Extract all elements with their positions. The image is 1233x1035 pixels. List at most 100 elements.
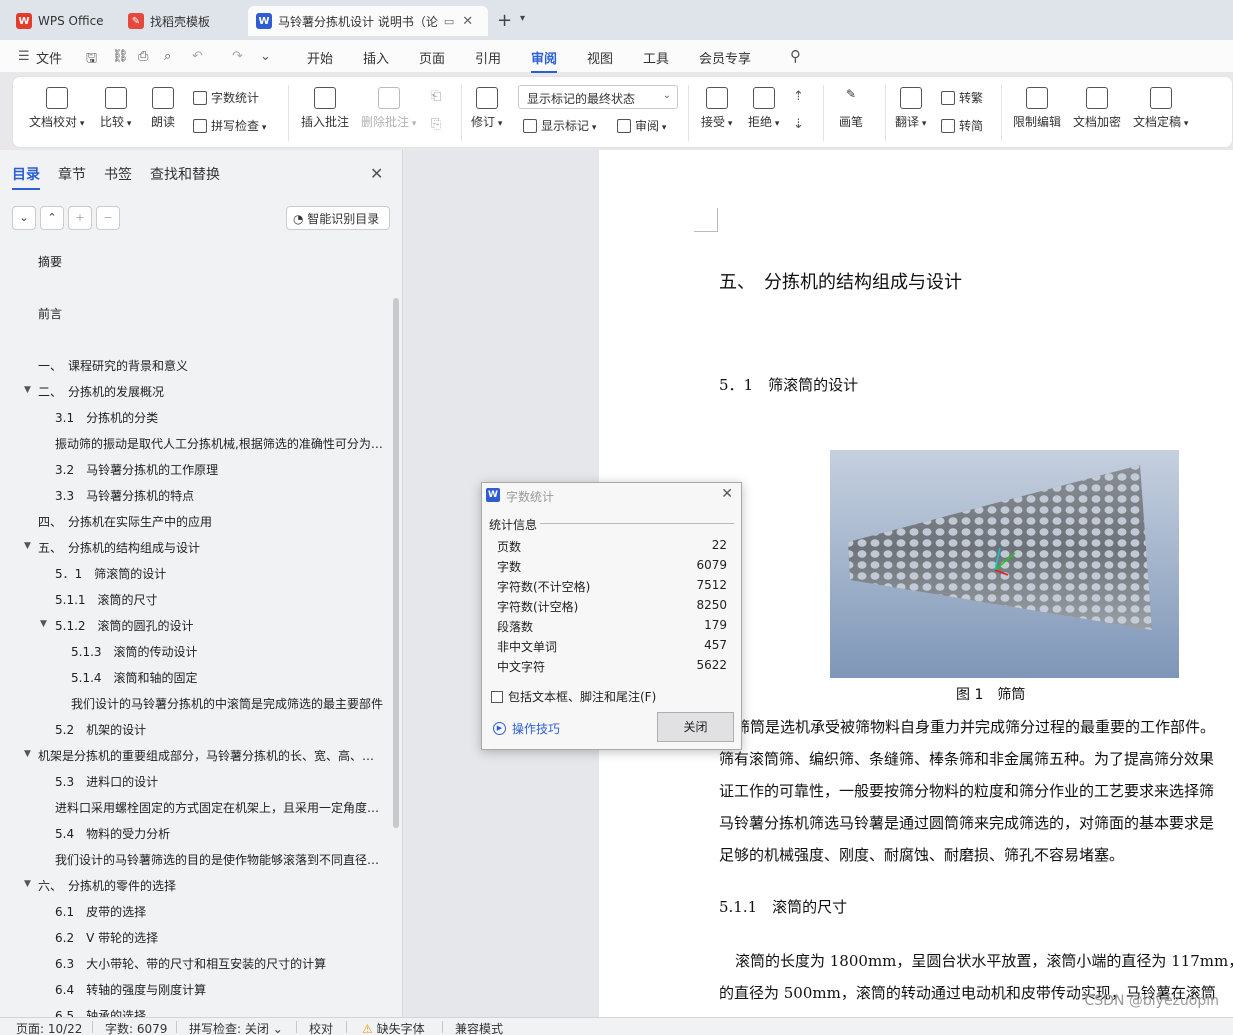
show-markup-button[interactable]: 显示标记 (523, 117, 596, 134)
toc-item[interactable]: 四、 分拣机在实际生产中的应用 (38, 513, 385, 530)
collapse-up-button[interactable]: ⌃ (40, 206, 64, 230)
delete-comment-button[interactable]: 删除批注 (361, 87, 416, 130)
toc-item[interactable]: 我们设计的马铃薯分拣机的中滚筒是完成筛选的最主要部件 (71, 695, 385, 712)
toc-item[interactable]: 二、 分拣机的发展概况 (38, 383, 385, 400)
dialog-titlebar[interactable]: W 字数统计 ✕ (482, 483, 741, 507)
word-count-status[interactable]: 字数: 6079 (105, 1020, 167, 1035)
menu-view[interactable]: 视图 (587, 48, 613, 67)
toc-item[interactable]: 摘要 (38, 253, 385, 270)
add-level-button[interactable]: + (68, 206, 92, 230)
tab-document[interactable]: W 马铃薯分拣机设计 说明书（论 ▭ ✕ (248, 6, 488, 36)
accept-button[interactable]: 接受 (701, 87, 732, 130)
print-preview-icon[interactable]: ⌕ (164, 49, 171, 64)
toc-item[interactable]: 6.2 V 带轮的选择 (55, 929, 385, 946)
toc-item[interactable]: 6.1 皮带的选择 (55, 903, 385, 920)
proof-status[interactable]: 校对 (309, 1020, 333, 1035)
tips-link[interactable]: ▶ 操作技巧 (493, 720, 560, 737)
checkbox-box[interactable] (491, 690, 503, 703)
expand-arrow-icon[interactable]: ▼ (24, 749, 31, 759)
hamburger-icon[interactable]: ☰ (18, 49, 30, 64)
link-icon[interactable]: ⛓ (112, 49, 129, 64)
toc-item[interactable]: 六、 分拣机的零件的选择 (38, 877, 385, 894)
toc-item[interactable]: 3.1 分拣机的分类 (55, 409, 385, 426)
toc-item[interactable]: 前言 (38, 305, 385, 322)
toc-item[interactable]: 3.3 马铃薯分拣机的特点 (55, 487, 385, 504)
expand-arrow-icon[interactable]: ▼ (24, 385, 31, 395)
expand-down-button[interactable]: ⌄ (12, 206, 36, 230)
toc-item[interactable]: 5.1.2 滚筒的圆孔的设计 (55, 617, 385, 634)
expand-arrow-icon[interactable]: ▼ (24, 879, 31, 889)
spell-check-status[interactable]: 拼写检查: 关闭 ⌄ (189, 1020, 283, 1035)
chevron-down-icon[interactable]: ▾ (520, 13, 525, 24)
next-comment-icon[interactable]: ⎘ (431, 117, 441, 132)
tab-docer-templates[interactable]: ✎ 找稻壳模板 (120, 6, 242, 36)
toc-item[interactable]: 5.3 进料口的设计 (55, 773, 385, 790)
restrict-edit-button[interactable]: 限制编辑 (1013, 87, 1061, 130)
toc-item[interactable]: 6.4 转轴的强度与刚度计算 (55, 981, 385, 998)
translate-button[interactable]: 翻译 (895, 87, 926, 130)
toc-item[interactable]: 5.1.3 滚筒的传动设计 (71, 643, 385, 660)
expand-arrow-icon[interactable]: ▼ (24, 541, 31, 551)
page-indicator[interactable]: 页面: 10/22 (16, 1020, 82, 1035)
reject-button[interactable]: 拒绝 (748, 87, 779, 130)
tab-toc[interactable]: 目录 (12, 164, 40, 190)
menu-page[interactable]: 页面 (419, 48, 445, 67)
review-pane-button[interactable]: 审阅 (617, 117, 666, 134)
toc-item[interactable]: 我们设计的马铃薯筛选的目的是使作物能够滚落到不同直径的筛孔 (55, 851, 385, 868)
read-aloud-button[interactable]: 朗读 (151, 87, 175, 130)
close-tab-icon[interactable]: ✕ (462, 14, 473, 29)
include-textbox-checkbox[interactable]: 包括文本框、脚注和尾注(F) (491, 688, 656, 705)
print-icon[interactable]: ⎙ (138, 49, 148, 64)
menu-review[interactable]: 审阅 (531, 48, 558, 73)
toc-item[interactable]: 5．1 筛滚筒的设计 (55, 565, 385, 582)
menu-insert[interactable]: 插入 (363, 48, 389, 67)
menu-member[interactable]: 会员专享 (699, 48, 751, 67)
toc-item[interactable]: 进料口采用螺栓固定的方式固定在机架上，且采用一定角度倾斜 (55, 799, 385, 816)
more-chevron-icon[interactable]: ⌄ (260, 49, 271, 64)
menu-reference[interactable]: 引用 (475, 48, 501, 67)
redo-icon[interactable]: ↷ (232, 49, 243, 64)
toc-item[interactable]: 振动筛的振动是取代人工分拣机械,根据筛选的准确性可分为一级筛选、二级筛选 (55, 435, 385, 452)
to-simplified-button[interactable]: 转简 (941, 117, 983, 134)
save-icon[interactable]: 🖫 (86, 49, 97, 71)
word-count-button[interactable]: 字数统计 (193, 89, 259, 106)
toc-item[interactable]: 6.3 大小带轮、带的尺寸和相互安装的尺寸的计算 (55, 955, 385, 972)
tab-find-replace[interactable]: 查找和替换 (150, 164, 220, 184)
menu-start[interactable]: 开始 (307, 48, 333, 67)
new-tab-icon[interactable]: + (497, 10, 512, 31)
toc-item[interactable]: 一、 课程研究的背景和意义 (38, 357, 385, 374)
menu-tools[interactable]: 工具 (643, 48, 669, 67)
tab-chapters[interactable]: 章节 (58, 164, 86, 184)
close-button[interactable]: 关闭 (657, 712, 734, 742)
pen-button[interactable]: ✎ 画笔 (839, 87, 863, 130)
toc-item[interactable]: 5.2 机架的设计 (55, 721, 385, 738)
prev-comment-icon[interactable]: ⎗ (431, 89, 441, 104)
next-change-icon[interactable]: ⇣ (793, 117, 804, 132)
compare-button[interactable]: 比较 (100, 87, 131, 130)
revise-button[interactable]: 修订 (471, 87, 502, 130)
tab-wps-office[interactable]: W WPS Office (8, 6, 114, 36)
undo-icon[interactable]: ↶ (192, 49, 203, 64)
to-traditional-button[interactable]: 转繁 (941, 89, 983, 106)
spell-check-button[interactable]: 拼写检查 (193, 117, 266, 134)
doc-encrypt-button[interactable]: 文档加密 (1073, 87, 1121, 130)
toc-scrollbar[interactable] (393, 298, 399, 828)
toc-item[interactable]: 3.2 马铃薯分拣机的工作原理 (55, 461, 385, 478)
insert-comment-button[interactable]: 插入批注 (301, 87, 349, 130)
prev-change-icon[interactable]: ⇡ (793, 89, 804, 104)
missing-font-status[interactable]: ⚠ 缺失字体 (362, 1020, 425, 1035)
close-pane-icon[interactable]: ✕ (370, 164, 383, 183)
remove-level-button[interactable]: − (96, 206, 120, 230)
markup-state-select[interactable]: 显示标记的最终状态 ⌄ (518, 85, 678, 109)
smart-toc-button[interactable]: ◔ 智能识别目录 (286, 206, 390, 230)
toc-item[interactable]: 5.1.4 滚筒和轴的固定 (71, 669, 385, 686)
toc-item[interactable]: 机架是分拣机的重要组成部分，马铃薯分拣机的长、宽、高、重量 (38, 747, 385, 764)
toc-item[interactable]: 5.4 物料的受力分析 (55, 825, 385, 842)
search-icon[interactable]: ⚲ (790, 47, 801, 65)
toc-item[interactable]: 5.1.1 滚筒的尺寸 (55, 591, 385, 608)
tab-bookmarks[interactable]: 书签 (104, 164, 132, 184)
close-icon[interactable]: ✕ (721, 486, 733, 502)
expand-arrow-icon[interactable]: ▼ (40, 619, 47, 629)
toc-item[interactable]: 五、 分拣机的结构组成与设计 (38, 539, 385, 556)
doc-finalize-button[interactable]: 文档定稿 (1133, 87, 1188, 130)
